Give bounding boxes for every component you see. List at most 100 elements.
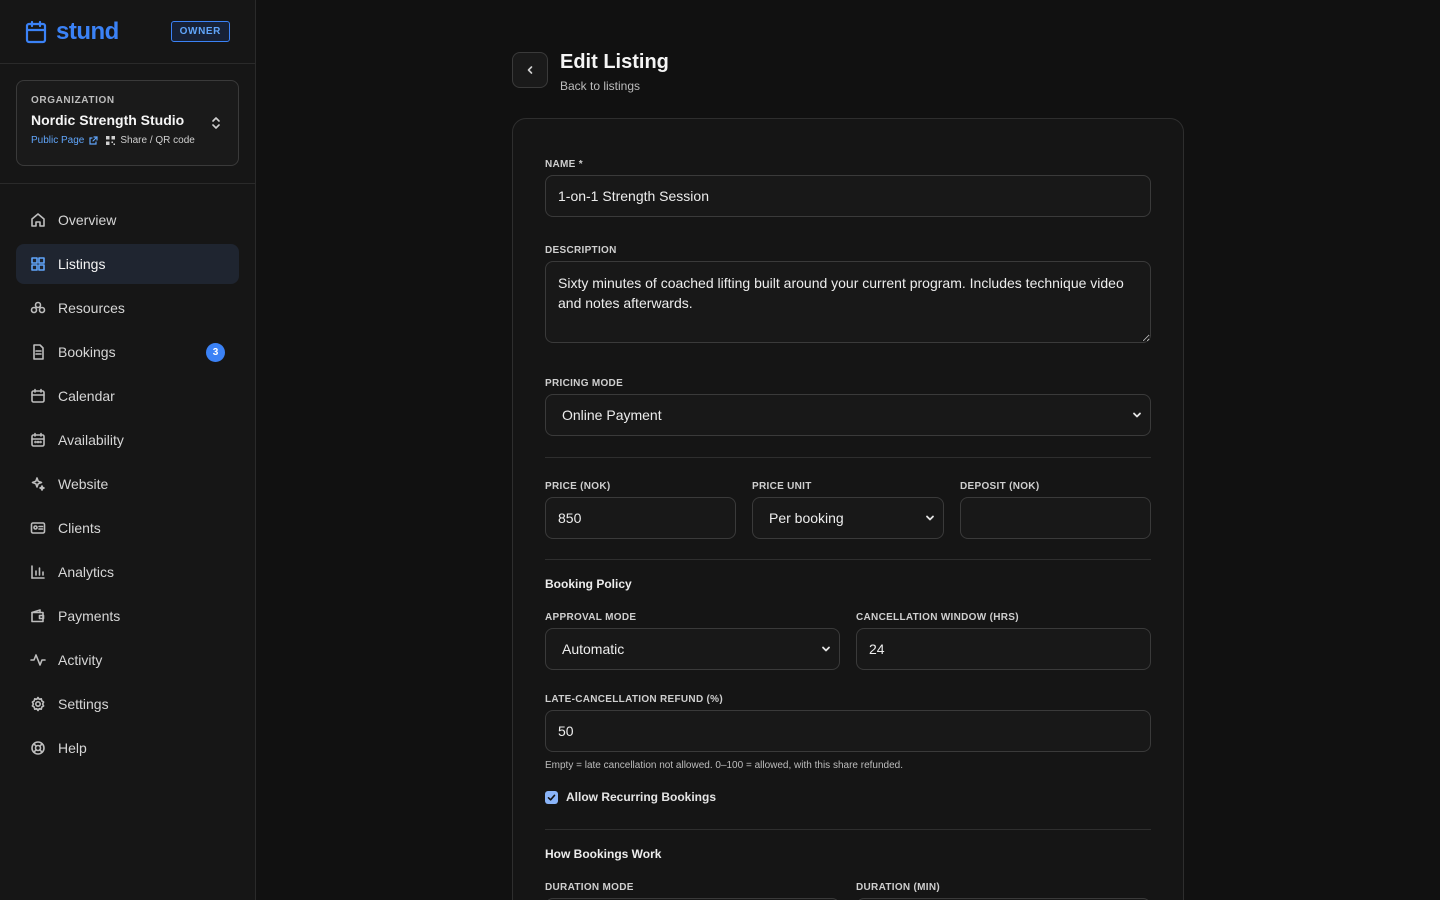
sidebar-item-analytics[interactable]: Analytics bbox=[16, 552, 239, 592]
home-icon bbox=[31, 213, 45, 227]
sidebar-item-label: Website bbox=[58, 476, 109, 492]
sidebar-nav: Overview Listings Resources Bookings 3 C… bbox=[0, 184, 255, 768]
sidebar-item-label: Payments bbox=[58, 608, 121, 624]
organization-links: Public Page Share / QR code bbox=[31, 135, 224, 146]
users-icon bbox=[30, 301, 46, 314]
sidebar-item-label: Availability bbox=[58, 432, 124, 448]
divider bbox=[545, 829, 1151, 830]
approval-mode-label: APPROVAL MODE bbox=[545, 612, 637, 623]
public-page-label: Public Page bbox=[31, 135, 85, 146]
calendar-icon bbox=[31, 388, 45, 403]
duration-label: DURATION (MIN) bbox=[856, 882, 940, 893]
public-page-link[interactable]: Public Page bbox=[31, 135, 98, 146]
pricing-mode-select[interactable]: Online Payment bbox=[545, 394, 1151, 436]
back-to-listings-link[interactable]: Back to listings bbox=[560, 79, 669, 93]
sidebar-item-activity[interactable]: Activity bbox=[16, 640, 239, 680]
qr-code-icon bbox=[106, 136, 116, 145]
page-header: Edit Listing Back to listings bbox=[512, 52, 669, 93]
price-unit-value: Per booking bbox=[769, 510, 844, 526]
name-input[interactable] bbox=[545, 175, 1151, 217]
chevron-down-icon bbox=[926, 515, 934, 521]
deposit-label: DEPOSIT (NOK) bbox=[960, 481, 1040, 492]
sidebar: stund OWNER ORGANIZATION Nordic Strength… bbox=[0, 0, 256, 900]
sidebar-item-overview[interactable]: Overview bbox=[16, 200, 239, 240]
gear-icon bbox=[31, 696, 45, 712]
sidebar-item-label: Activity bbox=[58, 652, 103, 668]
organization-label: ORGANIZATION bbox=[31, 95, 115, 106]
lifebuoy-icon bbox=[31, 741, 45, 755]
late-refund-hint: Empty = late cancellation not allowed. 0… bbox=[545, 760, 903, 771]
back-button[interactable] bbox=[512, 52, 548, 88]
id-card-icon bbox=[30, 522, 46, 534]
listing-form: NAME * DESCRIPTION Sixty minutes of coac… bbox=[512, 118, 1184, 900]
approval-mode-select[interactable]: Automatic bbox=[545, 628, 840, 670]
organization-switcher[interactable]: ORGANIZATION Nordic Strength Studio Publ… bbox=[16, 80, 239, 166]
sidebar-item-calendar[interactable]: Calendar bbox=[16, 376, 239, 416]
sidebar-item-settings[interactable]: Settings bbox=[16, 684, 239, 724]
external-link-icon bbox=[89, 135, 98, 145]
bookings-count-badge: 3 bbox=[206, 343, 225, 362]
brand-name: stund bbox=[56, 17, 119, 45]
sidebar-item-payments[interactable]: Payments bbox=[16, 596, 239, 636]
late-refund-input[interactable] bbox=[545, 710, 1151, 752]
file-icon bbox=[33, 344, 44, 360]
sidebar-item-label: Overview bbox=[58, 212, 117, 228]
sidebar-item-label: Help bbox=[58, 740, 87, 756]
sidebar-item-help[interactable]: Help bbox=[16, 728, 239, 768]
check-icon bbox=[547, 794, 556, 801]
price-input[interactable] bbox=[545, 497, 736, 539]
chevron-down-icon bbox=[822, 646, 830, 652]
pricing-mode-value: Online Payment bbox=[562, 407, 662, 423]
pulse-icon bbox=[30, 654, 46, 666]
role-badge: OWNER bbox=[170, 21, 230, 42]
bar-chart-icon bbox=[31, 565, 45, 579]
organization-section: ORGANIZATION Nordic Strength Studio Publ… bbox=[0, 64, 255, 184]
brand-header: stund OWNER bbox=[0, 0, 255, 64]
price-label: PRICE (NOK) bbox=[545, 481, 611, 492]
booking-policy-title: Booking Policy bbox=[545, 577, 632, 591]
share-qr-label: Share / QR code bbox=[120, 135, 195, 146]
cancellation-window-label: CANCELLATION WINDOW (HRS) bbox=[856, 612, 1019, 623]
sidebar-item-label: Bookings bbox=[58, 344, 116, 360]
calendar-days-icon bbox=[31, 432, 45, 447]
approval-mode-value: Automatic bbox=[562, 641, 625, 657]
sidebar-item-resources[interactable]: Resources bbox=[16, 288, 239, 328]
sidebar-item-label: Resources bbox=[58, 300, 125, 316]
recurring-bookings-row: Allow Recurring Bookings bbox=[545, 790, 716, 804]
divider bbox=[545, 457, 1151, 458]
sidebar-item-website[interactable]: Website bbox=[16, 464, 239, 504]
sidebar-item-label: Listings bbox=[58, 256, 106, 272]
sidebar-item-label: Settings bbox=[58, 696, 109, 712]
recurring-bookings-checkbox[interactable] bbox=[545, 790, 558, 804]
sidebar-item-clients[interactable]: Clients bbox=[16, 508, 239, 548]
main-content: Edit Listing Back to listings NAME * DES… bbox=[256, 0, 1440, 900]
deposit-input[interactable] bbox=[960, 497, 1151, 539]
price-unit-label: PRICE UNIT bbox=[752, 481, 812, 492]
wallet-icon bbox=[31, 609, 45, 623]
description-textarea[interactable]: Sixty minutes of coached lifting built a… bbox=[545, 261, 1151, 343]
page-title: Edit Listing bbox=[560, 51, 669, 73]
sidebar-item-bookings[interactable]: Bookings 3 bbox=[16, 332, 239, 372]
duration-mode-label: DURATION MODE bbox=[545, 882, 634, 893]
sidebar-item-availability[interactable]: Availability bbox=[16, 420, 239, 460]
sidebar-item-listings[interactable]: Listings bbox=[16, 244, 239, 284]
sparkles-icon bbox=[31, 477, 45, 491]
description-label: DESCRIPTION bbox=[545, 245, 617, 256]
sidebar-item-label: Analytics bbox=[58, 564, 115, 580]
sidebar-item-label: Clients bbox=[58, 520, 101, 536]
share-qr-link[interactable]: Share / QR code bbox=[106, 135, 195, 146]
chevron-down-icon bbox=[1133, 412, 1141, 418]
cancellation-window-input[interactable] bbox=[856, 628, 1151, 670]
calendar-logo-icon bbox=[25, 20, 47, 43]
grid-icon bbox=[31, 257, 45, 271]
sidebar-item-label: Calendar bbox=[58, 388, 115, 404]
divider bbox=[545, 559, 1151, 560]
name-label: NAME * bbox=[545, 159, 583, 170]
late-refund-label: LATE-CANCELLATION REFUND (%) bbox=[545, 694, 724, 705]
pricing-mode-label: PRICING MODE bbox=[545, 378, 624, 389]
price-unit-select[interactable]: Per booking bbox=[752, 497, 944, 539]
chevron-left-icon bbox=[527, 66, 533, 74]
organization-name: Nordic Strength Studio bbox=[31, 112, 185, 128]
chevrons-up-down-icon[interactable] bbox=[210, 115, 222, 131]
recurring-bookings-label[interactable]: Allow Recurring Bookings bbox=[566, 790, 716, 804]
